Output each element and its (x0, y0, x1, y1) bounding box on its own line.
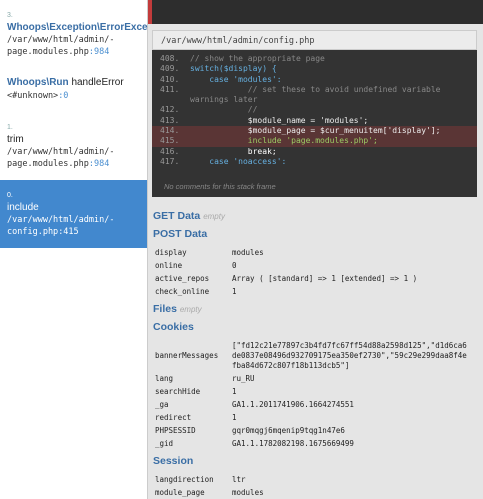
table-row: PHPSESSID gqr0mqgj6mqenip9tqg1n47e6 (155, 425, 345, 435)
table-row: active_repos Array ( [standard] => 1 [ext… (155, 273, 418, 283)
post-data-table: display modules online 0 active_repos Array… (155, 246, 467, 298)
no-comments-note: No comments for this stack frame (164, 182, 276, 191)
stack-frame-3[interactable]: 3. Whoops\Exception\ErrorException /var/… (0, 0, 172, 68)
table-row: _ga GA1.1.2011741906.1664274551 (155, 399, 354, 409)
table-row: module_page modules (155, 487, 264, 497)
session-table: langdirection ltr module_page modules (155, 473, 467, 499)
frame-function: include (7, 202, 39, 213)
code-line: 417. case 'noaccess': (160, 156, 287, 166)
code-line: 411. // set these to avoid undefined var… (160, 84, 446, 105)
get-data-heading: GET Data empty (153, 210, 225, 222)
code-line: 409. switch($display) { (160, 64, 277, 74)
frame-line: :984 (88, 47, 110, 57)
code-line: 413. $module_name = 'modules'; (160, 115, 369, 125)
code-line: 410. case 'modules': (160, 74, 282, 84)
cookies-heading: Cookies (153, 321, 194, 333)
code-line-error: 415. include 'page.modules.php'; (152, 136, 477, 147)
table-row: check_online 1 (155, 286, 237, 296)
code-line: 412. // (160, 105, 258, 115)
session-heading: Session (153, 455, 194, 467)
stack-frame-0[interactable]: 0. include /var/www/html/admin/-config.p… (0, 180, 147, 248)
post-data-heading: POST Data (153, 228, 208, 240)
table-row: langdirection ltr (155, 474, 246, 484)
table-row: display modules (155, 247, 264, 257)
frame-function: trim (7, 134, 24, 145)
frame-number: 1. (7, 124, 13, 131)
frame-line: :984 (88, 159, 110, 169)
files-heading: Files empty (153, 303, 202, 315)
frame-class: Whoops\Run (7, 77, 69, 88)
details-panel: /var/www/html/admin/config.php 408.// sh… (148, 0, 483, 499)
cookies-table: bannerMessages ["fd12c21e77897c3b4fd7fc67… (155, 339, 467, 450)
table-row: bannerMessages ["fd12c21e77897c3b4fd7fc67… (155, 340, 467, 370)
exception-header-bar (148, 0, 483, 24)
code-line: 408.// show the appropriate page (160, 54, 325, 63)
table-row: online 0 (155, 260, 237, 270)
code-line: 416. break; (160, 146, 277, 156)
table-row: lang ru_RU (155, 373, 255, 383)
request-details: GET Data empty POST Data display modules … (152, 205, 477, 499)
code-lines: 408.// show the appropriate page 409. swi… (152, 50, 477, 167)
frame-number: 0. (7, 192, 13, 199)
table-row: _gid GA1.1.1782082198.1675669499 (155, 438, 354, 448)
frame-line: :0 (58, 91, 69, 101)
frame-path: <#unknown> (7, 91, 59, 101)
table-row: searchHide 1 (155, 386, 237, 396)
code-file-path: /var/www/html/admin/config.php (152, 30, 477, 50)
table-row: redirect 1 (155, 412, 237, 422)
code-line-highlighted: 414. $module_page = $cur_menuitem['displ… (152, 126, 477, 137)
code-block: /var/www/html/admin/config.php 408.// sh… (152, 30, 477, 197)
frame-number: 3. (7, 12, 13, 19)
stack-frames-panel: 3. Whoops\Exception\ErrorException /var/… (0, 0, 172, 499)
frame-line: :415 (58, 227, 79, 237)
stack-frame-2[interactable]: Whoops\Run handleError <#unknown>:0 (0, 68, 147, 112)
frame-function: handleError (71, 77, 124, 88)
stack-frame-1[interactable]: 1. trim /var/www/html/admin/-page.module… (0, 112, 147, 180)
